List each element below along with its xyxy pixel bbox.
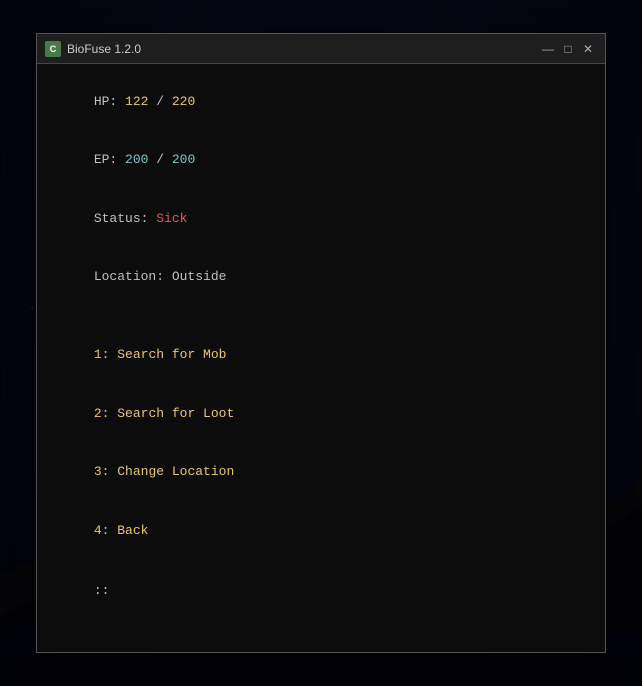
ep-label: EP: — [94, 152, 125, 167]
window-title: BioFuse 1.2.0 — [67, 42, 539, 56]
hp-sep: / — [148, 94, 171, 109]
hp-line: HP: 122 / 220 — [47, 72, 595, 131]
menu-number-4: 4 — [94, 523, 102, 538]
hp-label: HP: — [94, 94, 125, 109]
status-line: Status: Sick — [47, 189, 595, 248]
menu-item-4[interactable]: 4: Back — [47, 501, 595, 560]
close-button[interactable]: ✕ — [579, 40, 597, 58]
menu-label-4: Back — [117, 523, 148, 538]
location-label: Location: — [94, 269, 172, 284]
ep-max: 200 — [172, 152, 195, 167]
menu-item-1[interactable]: 1: Search for Mob — [47, 326, 595, 385]
menu-label-1: Search for Mob — [117, 347, 226, 362]
menu-number-1: 1 — [94, 347, 102, 362]
menu-item-3[interactable]: 3: Change Location — [47, 443, 595, 502]
spacer-1 — [47, 306, 595, 326]
minimize-button[interactable]: — — [539, 40, 557, 58]
location-line: Location: Outside — [47, 248, 595, 307]
menu-item-2[interactable]: 2: Search for Loot — [47, 384, 595, 443]
location-value: Outside — [172, 269, 227, 284]
ep-line: EP: 200 / 200 — [47, 131, 595, 190]
menu-label-3: Change Location — [117, 464, 234, 479]
title-bar: C BioFuse 1.2.0 — □ ✕ — [37, 34, 605, 64]
menu-colon-2: : — [102, 406, 118, 421]
menu-number-3: 3 — [94, 464, 102, 479]
ep-current: 200 — [125, 152, 148, 167]
menu-number-2: 2 — [94, 406, 102, 421]
hp-current: 122 — [125, 94, 148, 109]
terminal-body[interactable]: HP: 122 / 220 EP: 200 / 200 Status: Sick… — [37, 64, 605, 652]
maximize-button[interactable]: □ — [559, 40, 577, 58]
window-controls: — □ ✕ — [539, 40, 597, 58]
ep-sep: / — [148, 152, 171, 167]
menu-colon-4: : — [102, 523, 118, 538]
terminal-window: C BioFuse 1.2.0 — □ ✕ HP: 122 / 220 EP: … — [36, 33, 606, 653]
status-label: Status: — [94, 211, 156, 226]
status-value: Sick — [156, 211, 187, 226]
hp-max: 220 — [172, 94, 195, 109]
prompt-symbol: :: — [94, 583, 110, 598]
app-icon: C — [45, 41, 61, 57]
menu-colon-3: : — [102, 464, 118, 479]
menu-label-2: Search for Loot — [117, 406, 234, 421]
prompt-line[interactable]: :: — [47, 562, 595, 621]
menu-colon-1: : — [102, 347, 118, 362]
